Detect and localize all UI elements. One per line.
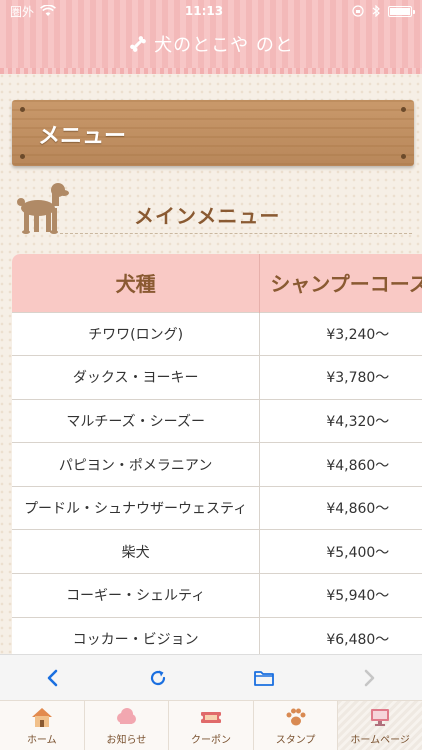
price-cell: ¥5,940〜	[259, 573, 422, 618]
wifi-icon	[40, 5, 56, 16]
table-row: コーギー・シェルティ ¥5,940〜	[12, 573, 422, 618]
tab-label: スタンプ	[275, 735, 316, 746]
reload-button[interactable]	[138, 658, 178, 698]
column-header-shampoo: シャンプーコース	[259, 254, 422, 312]
price-cell: ¥3,240〜	[259, 311, 422, 356]
price-cell: ¥4,320〜	[259, 398, 422, 443]
breed-cell: ダックス・ヨーキー	[12, 355, 261, 400]
price-table: 犬種 シャンプーコース チワワ(ロング) ¥3,240〜 ダックス・ヨーキー ¥…	[12, 254, 422, 654]
tab-home[interactable]: ホーム	[0, 701, 85, 750]
table-row: パピヨン・ポメラニアン ¥4,860〜	[12, 442, 422, 487]
breed-cell: コッカー・ビジョン	[12, 616, 261, 654]
back-button[interactable]	[33, 658, 73, 698]
breed-cell: マルチーズ・シーズー	[12, 398, 261, 443]
reload-icon	[151, 670, 166, 685]
tab-news[interactable]: お知らせ	[85, 701, 170, 750]
battery-icon	[388, 5, 415, 17]
nail-icon	[401, 107, 406, 112]
nail-icon	[20, 107, 25, 112]
status-time: 11:13	[184, 4, 224, 18]
table-row: プードル・シュナウザーウェスティ ¥4,860〜	[12, 485, 422, 530]
price-cell: ¥4,860〜	[259, 442, 422, 487]
table-row: コッカー・ビジョン ¥6,480〜	[12, 616, 422, 654]
price-cell: ¥5,400〜	[259, 529, 422, 574]
cloud-icon	[117, 708, 137, 724]
breed-cell: コーギー・シェルティ	[12, 573, 261, 618]
tab-label: お知らせ	[106, 735, 147, 746]
app-title-row: 犬のとこや のと	[0, 26, 422, 62]
column-header-breed: 犬種	[12, 254, 261, 312]
tab-homepage[interactable]: ホームページ	[338, 701, 422, 750]
coupon-icon	[198, 712, 223, 723]
price-cell: ¥6,480〜	[259, 616, 422, 654]
price-table-container[interactable]: 犬種 シャンプーコース チワワ(ロング) ¥3,240〜 ダックス・ヨーキー ¥…	[12, 254, 422, 654]
breed-cell: チワワ(ロング)	[12, 311, 261, 356]
section-title: メインメニュー	[134, 204, 281, 228]
price-cell: ¥4,860〜	[259, 485, 422, 530]
content-area[interactable]: メニュー メインメニュー 犬種 シャンプーコース チワワ(ロング) ¥3,240…	[0, 74, 422, 654]
app-title: 犬のとこや のと	[154, 35, 294, 56]
folder-icon	[253, 670, 274, 686]
bottom-tab-bar: ホーム お知らせ クーポン スタンプ ホームページ	[0, 700, 422, 750]
tab-label: ホーム	[26, 735, 57, 746]
table-header-row: 犬種 シャンプーコース	[12, 254, 422, 312]
breed-cell: プードル・シュナウザーウェスティ	[12, 485, 261, 530]
chevron-left-icon	[47, 669, 58, 686]
menu-board: メニュー	[12, 100, 414, 166]
carrier-label: 圏外	[10, 4, 35, 19]
section-divider	[60, 233, 412, 234]
nail-icon	[401, 154, 406, 159]
table-row: 柴犬 ¥5,400〜	[12, 529, 422, 574]
bone-icon	[130, 36, 146, 52]
app-header: 圏外 11:13 犬のとこや のと	[0, 0, 422, 74]
status-bar: 圏外 11:13	[0, 0, 422, 22]
tab-coupon[interactable]: クーポン	[169, 701, 254, 750]
bookmarks-button[interactable]	[244, 658, 284, 698]
tab-label: クーポン	[190, 735, 231, 746]
breed-cell: パピヨン・ポメラニアン	[12, 442, 261, 487]
table-row: マルチーズ・シーズー ¥4,320〜	[12, 398, 422, 443]
chevron-right-icon	[364, 669, 375, 686]
tab-stamp[interactable]: スタンプ	[254, 701, 339, 750]
table-row: チワワ(ロング) ¥3,240〜	[12, 311, 422, 356]
forward-button[interactable]	[349, 658, 389, 698]
price-cell: ¥3,780〜	[259, 355, 422, 400]
section-header: メインメニュー	[0, 174, 422, 238]
house-icon	[31, 708, 52, 727]
nail-icon	[20, 154, 25, 159]
monitor-icon	[371, 709, 390, 726]
poodle-icon	[17, 183, 69, 234]
lock-rotation-icon	[352, 5, 364, 17]
menu-board-title: メニュー	[38, 124, 127, 149]
bluetooth-icon	[372, 5, 380, 17]
breed-cell: 柴犬	[12, 529, 261, 574]
table-row: ダックス・ヨーキー ¥3,780〜	[12, 355, 422, 400]
paw-icon	[286, 708, 306, 726]
browser-toolbar	[0, 654, 422, 700]
tab-label: ホームページ	[350, 735, 410, 746]
